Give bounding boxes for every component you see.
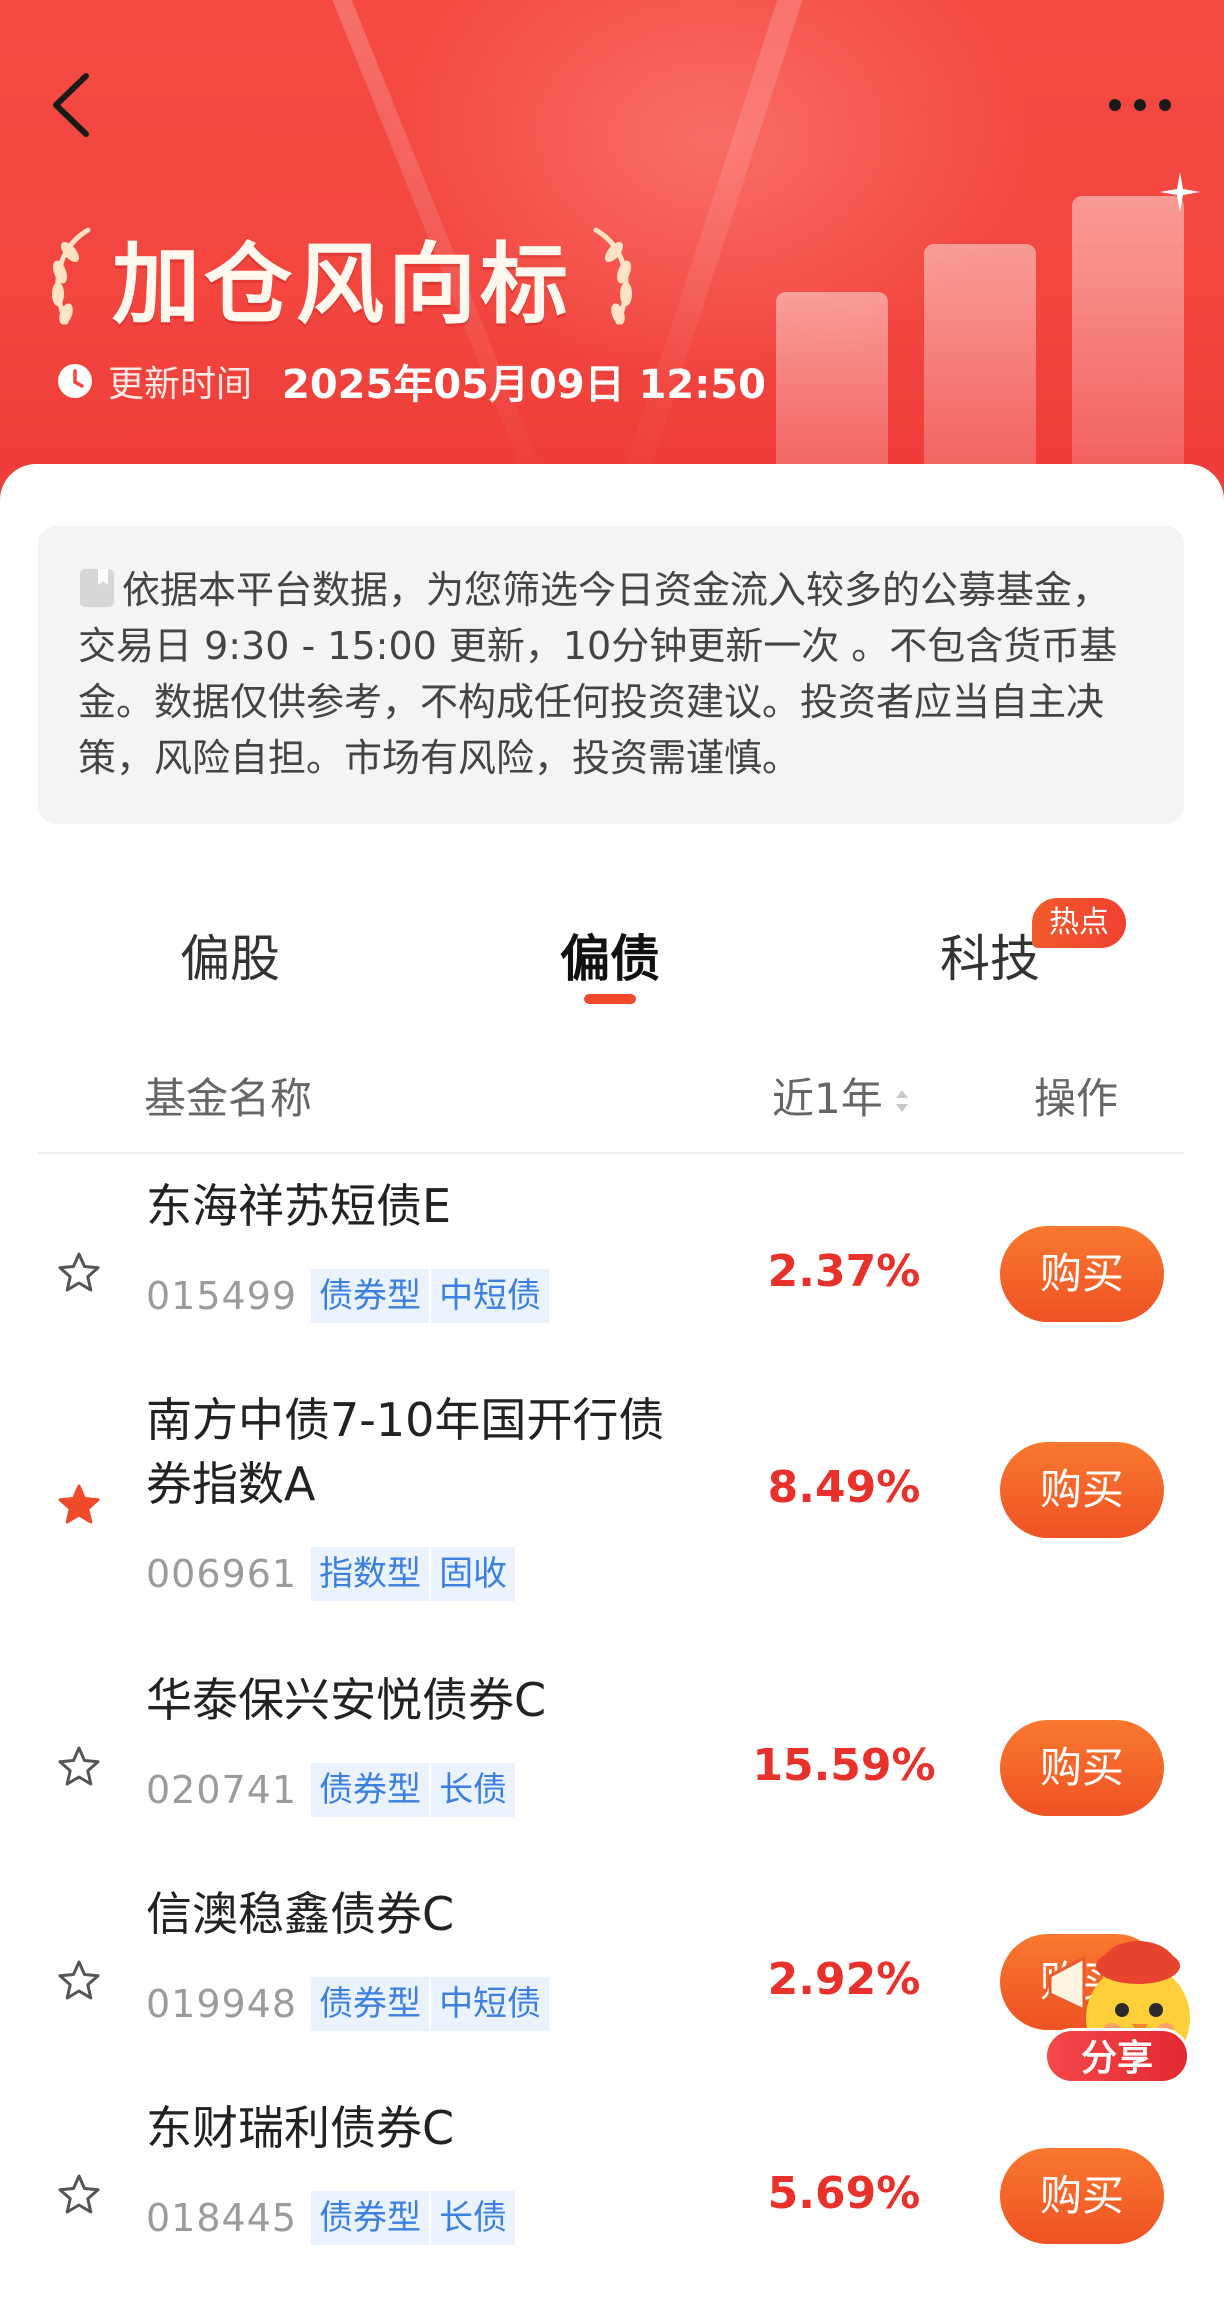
buy-button[interactable]: 购买 xyxy=(1000,1226,1164,1322)
disclaimer-notice: 依据本平台数据，为您筛选今日资金流入较多的公募基金，交易日 9:30 - 15:… xyxy=(38,526,1184,824)
fund-return: 8.49% xyxy=(767,1462,921,1513)
fund-tag: 中短债 xyxy=(429,1269,550,1323)
share-button[interactable]: 分享 xyxy=(1044,2028,1190,2084)
star-outline-icon[interactable] xyxy=(56,2172,102,2218)
document-icon xyxy=(80,569,114,607)
column-return-label: 近1年 xyxy=(772,1074,883,1123)
fund-tag: 指数型 xyxy=(311,1547,430,1601)
star-outline-icon[interactable] xyxy=(56,1958,102,2004)
update-time-row: 更新时间 2025年05月09日 12:50 xyxy=(56,356,766,408)
page-title-wrap: 加仓风向标 xyxy=(40,222,644,336)
sort-icon xyxy=(895,1090,908,1112)
fund-name: 华泰保兴安悦债券C xyxy=(146,1673,547,1727)
fund-meta: 018445 债券型 长债 xyxy=(146,2190,516,2246)
star-outline-icon[interactable] xyxy=(56,1250,102,1296)
fund-meta: 019948 债券型 中短债 xyxy=(146,1976,550,2032)
fund-return: 2.92% xyxy=(767,1954,921,2005)
fund-code: 006961 xyxy=(146,1552,298,1596)
hot-badge: 热点 xyxy=(1032,898,1126,948)
fund-tag: 债券型 xyxy=(311,2191,430,2245)
update-label: 更新时间 xyxy=(108,364,253,405)
fund-name: 南方中债7-10年国开行债券指数A xyxy=(146,1393,665,1511)
buy-button[interactable]: 购买 xyxy=(1000,2148,1164,2244)
table-header: 基金名称 近1年 操作 xyxy=(38,1044,1184,1154)
fund-code: 020741 xyxy=(146,1768,298,1812)
tab-stock[interactable]: 偏股 xyxy=(160,904,300,1014)
clock-icon xyxy=(58,364,92,398)
chevron-left-icon[interactable] xyxy=(44,70,100,140)
sparkle-icon xyxy=(1160,172,1200,212)
notice-text: 依据本平台数据，为您筛选今日资金流入较多的公募基金，交易日 9:30 - 15:… xyxy=(78,568,1118,780)
more-dots-icon[interactable] xyxy=(1105,90,1175,120)
fund-tag: 长债 xyxy=(429,1763,516,1817)
fund-tag: 债券型 xyxy=(311,1269,430,1323)
column-action: 操作 xyxy=(1034,1074,1119,1123)
column-fund-name: 基金名称 xyxy=(144,1074,313,1123)
fund-return: 15.59% xyxy=(752,1740,936,1791)
fund-meta: 015499 债券型 中短债 xyxy=(146,1268,550,1324)
fund-tag: 固收 xyxy=(429,1547,516,1601)
star-outline-icon[interactable] xyxy=(56,1744,102,1790)
fund-return: 5.69% xyxy=(767,2168,921,2219)
laurel-left-icon xyxy=(52,227,91,325)
header-banner: 加仓风向标 更新时间 2025年05月09日 12:50 xyxy=(0,0,1224,520)
fund-return: 2.37% xyxy=(767,1246,921,1297)
fund-tag: 长债 xyxy=(429,2191,516,2245)
fund-tag: 债券型 xyxy=(311,1763,430,1817)
star-filled-icon[interactable] xyxy=(56,1482,102,1528)
fund-name: 信澳稳鑫债券C xyxy=(146,1887,455,1941)
fund-code: 018445 xyxy=(146,2196,298,2240)
page-title: 加仓风向标 xyxy=(112,231,573,336)
fund-tag: 中短债 xyxy=(429,1977,550,2031)
fund-code: 019948 xyxy=(146,1982,298,2026)
column-return-sort[interactable]: 近1年 xyxy=(772,1044,911,1154)
update-time: 2025年05月09日 12:50 xyxy=(282,362,766,408)
active-tab-indicator xyxy=(584,994,636,1004)
fund-name: 东海祥苏短债E xyxy=(146,1179,452,1233)
fund-tag: 债券型 xyxy=(311,1977,430,2031)
buy-button[interactable]: 购买 xyxy=(1000,1442,1164,1538)
fund-meta: 020741 债券型 长债 xyxy=(146,1762,516,1818)
buy-button[interactable]: 购买 xyxy=(1000,1720,1164,1816)
fund-meta: 006961 指数型 固收 xyxy=(146,1546,516,1602)
laurel-right-icon xyxy=(593,227,633,325)
fund-name: 东财瑞利债券C xyxy=(146,2101,455,2155)
fund-code: 015499 xyxy=(146,1274,298,1318)
